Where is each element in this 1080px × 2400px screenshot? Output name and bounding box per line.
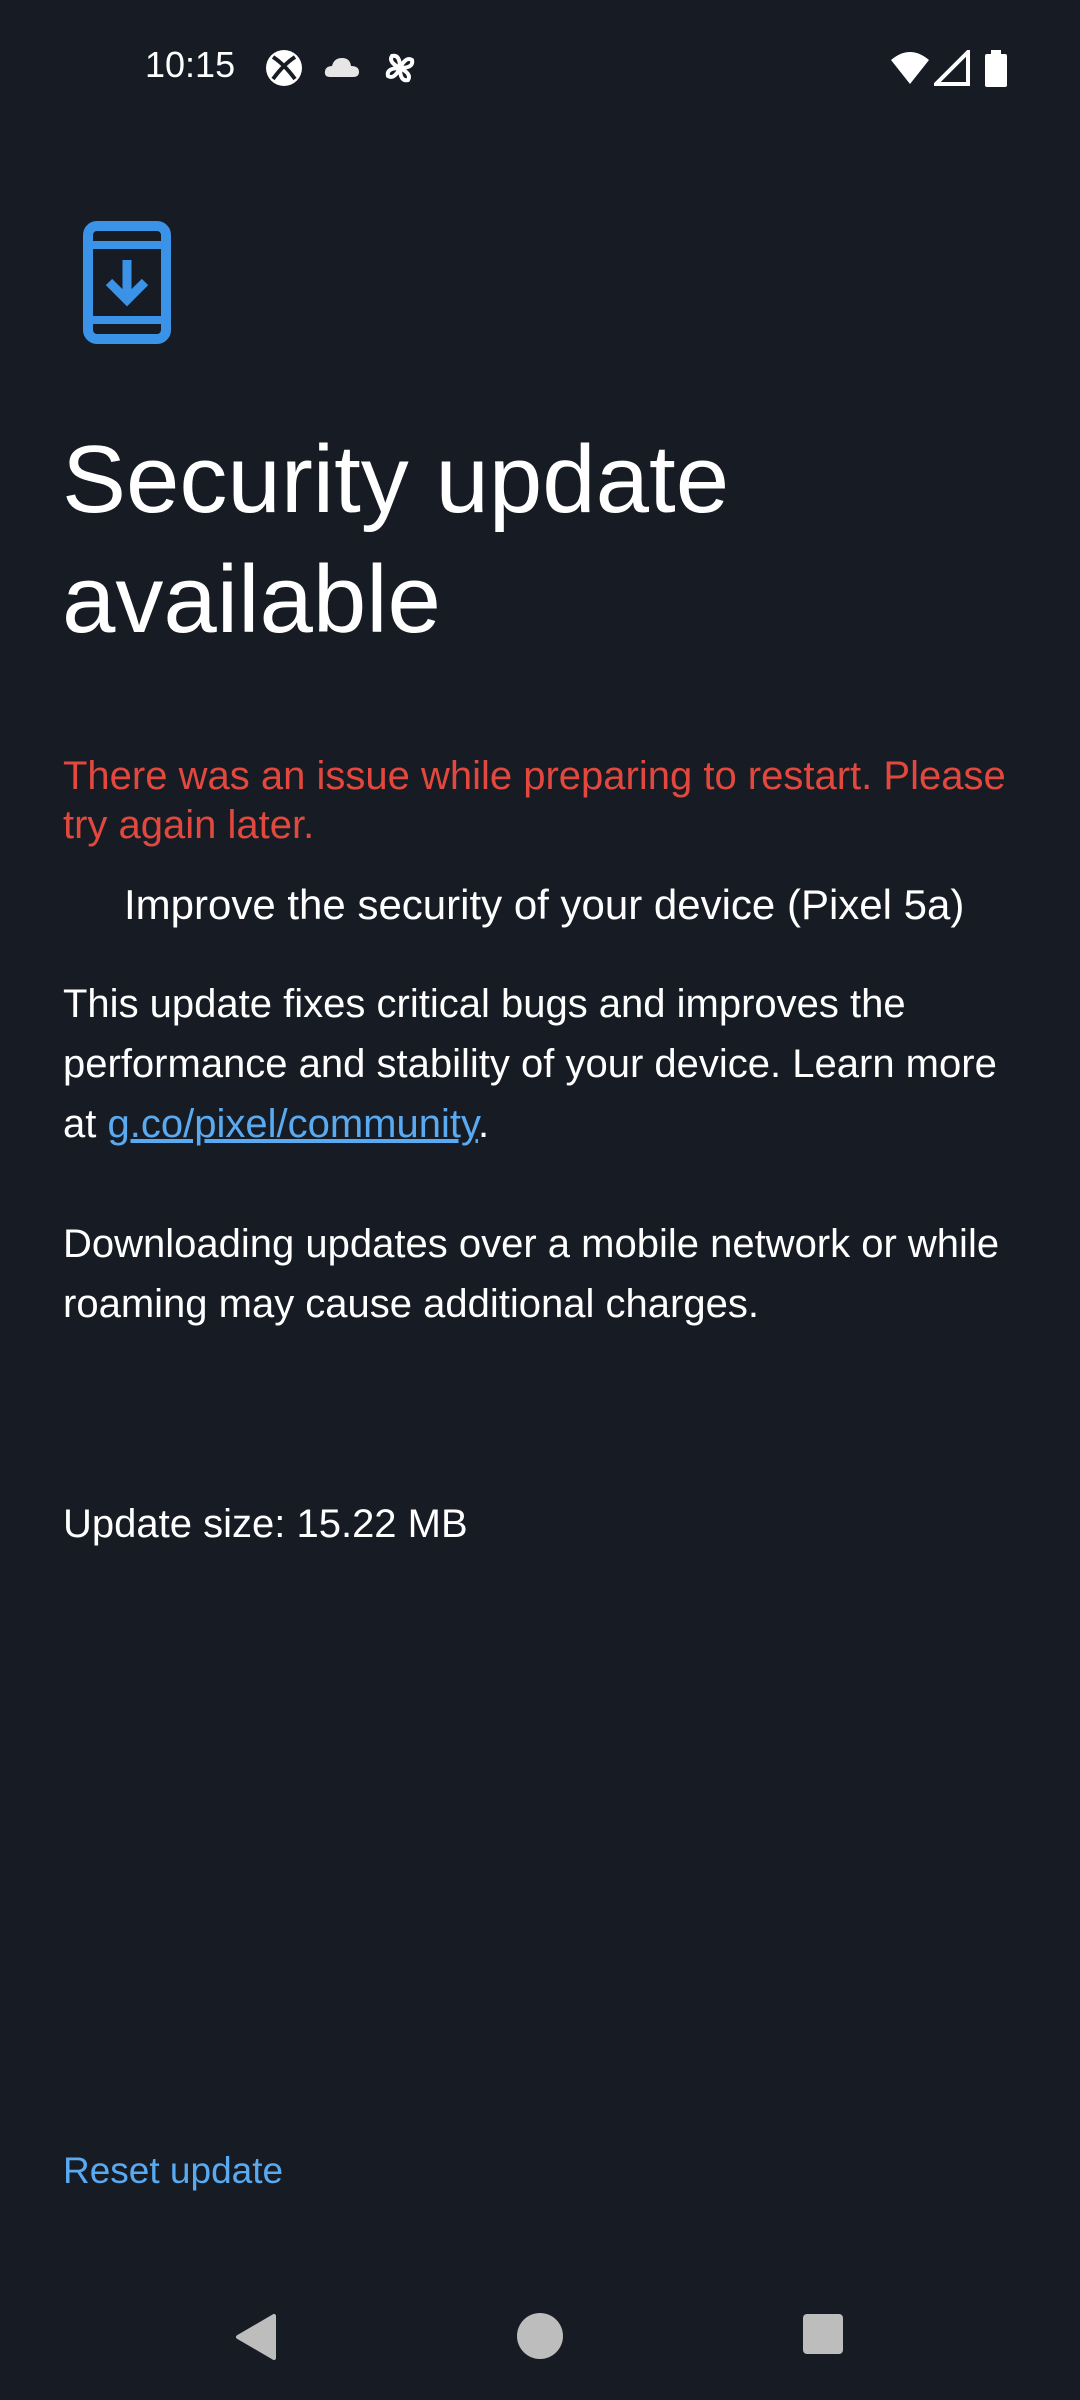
charges-notice: Downloading updates over a mobile networ… — [63, 1222, 1000, 1326]
description-period: . — [478, 1102, 490, 1146]
xbox-icon — [264, 48, 304, 88]
back-icon[interactable] — [234, 2312, 278, 2367]
page-title: Security update available — [62, 426, 730, 653]
recents-icon[interactable] — [802, 2312, 844, 2361]
community-link[interactable]: g.co/pixel/community — [107, 1102, 478, 1146]
battery-icon — [984, 50, 1008, 93]
phone-download-icon — [82, 220, 172, 345]
status-time: 10:15 — [145, 44, 236, 85]
update-description: This update fixes critical bugs and impr… — [63, 974, 1023, 1154]
device-subtitle: Improve the security of your device (Pix… — [124, 881, 965, 928]
error-message: There was an issue while preparing to re… — [63, 754, 1006, 847]
wifi-icon — [890, 50, 930, 91]
update-size: Update size: 15.22 MB — [63, 1502, 468, 1546]
status-bar: 10:15 — [0, 0, 1080, 140]
reset-update-button[interactable]: Reset update — [63, 2150, 283, 2192]
cloud-icon — [322, 48, 362, 88]
pinwheel-icon — [380, 48, 420, 88]
signal-icon — [931, 47, 970, 91]
navigation-bar — [0, 2290, 1080, 2400]
home-icon[interactable] — [516, 2312, 564, 2365]
